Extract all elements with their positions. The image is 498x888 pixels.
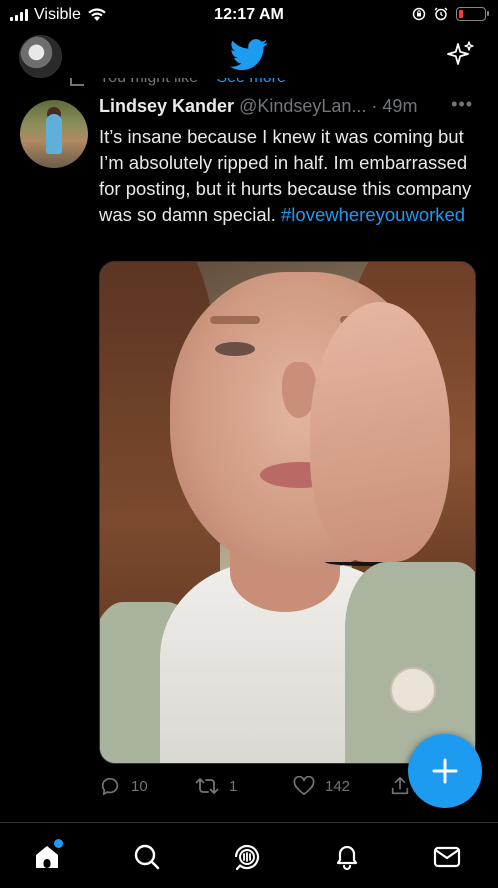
nav-messages[interactable] <box>429 839 465 875</box>
tweet-header: Lindsey Kander @KindseyLan... · 49m ••• <box>99 94 488 120</box>
battery-icon <box>456 7 489 21</box>
search-icon <box>134 844 160 870</box>
see-more-link[interactable]: See more <box>216 78 285 86</box>
nav-spaces[interactable] <box>229 839 265 875</box>
nav-notifications[interactable] <box>329 839 365 875</box>
sparkle-small-icon <box>70 78 84 86</box>
heart-icon <box>293 776 315 795</box>
section-peek: You might like See more <box>0 78 498 90</box>
retweet-button[interactable]: 1 <box>195 775 237 797</box>
share-button[interactable] <box>389 775 411 797</box>
twitter-bird-icon[interactable] <box>229 39 269 71</box>
reply-count: 10 <box>131 777 148 795</box>
author-avatar[interactable] <box>20 100 88 168</box>
status-right <box>412 7 489 21</box>
retweet-icon <box>195 778 219 794</box>
alarm-icon <box>434 7 448 21</box>
reply-button[interactable]: 10 <box>99 775 148 797</box>
reply-icon <box>101 777 119 796</box>
separator: · <box>366 96 383 116</box>
spaces-icon <box>234 844 260 871</box>
nav-home[interactable] <box>29 839 65 875</box>
more-options-icon[interactable]: ••• <box>451 94 473 115</box>
compose-tweet-button[interactable] <box>408 734 482 808</box>
messages-icon <box>433 846 461 868</box>
tweet-image[interactable] <box>99 261 476 764</box>
share-icon <box>391 776 409 795</box>
handle[interactable]: @KindseyLan... <box>239 96 366 116</box>
tweet[interactable]: Lindsey Kander @KindseyLan... · 49m ••• … <box>0 92 498 827</box>
like-button[interactable]: 142 <box>293 776 350 796</box>
hashtag-link[interactable]: #lovewhereyouworked <box>281 204 465 225</box>
peek-label: You might like <box>99 78 198 86</box>
display-name[interactable]: Lindsey Kander <box>99 96 234 116</box>
time-ago[interactable]: 49m <box>382 96 417 116</box>
sparkle-icon[interactable] <box>446 40 476 70</box>
retweet-count: 1 <box>229 777 238 795</box>
rotation-lock-icon <box>412 7 426 21</box>
like-count: 142 <box>325 777 351 795</box>
nav-search[interactable] <box>129 839 165 875</box>
tweet-text: It’s insane because I knew it was coming… <box>99 124 479 228</box>
top-header <box>0 30 498 82</box>
notifications-icon <box>336 845 358 871</box>
bottom-nav <box>0 823 498 888</box>
plus-icon <box>432 758 458 784</box>
notification-dot <box>54 839 63 848</box>
status-bar: Visible 12:17 AM <box>0 0 498 30</box>
profile-avatar[interactable] <box>19 35 62 78</box>
